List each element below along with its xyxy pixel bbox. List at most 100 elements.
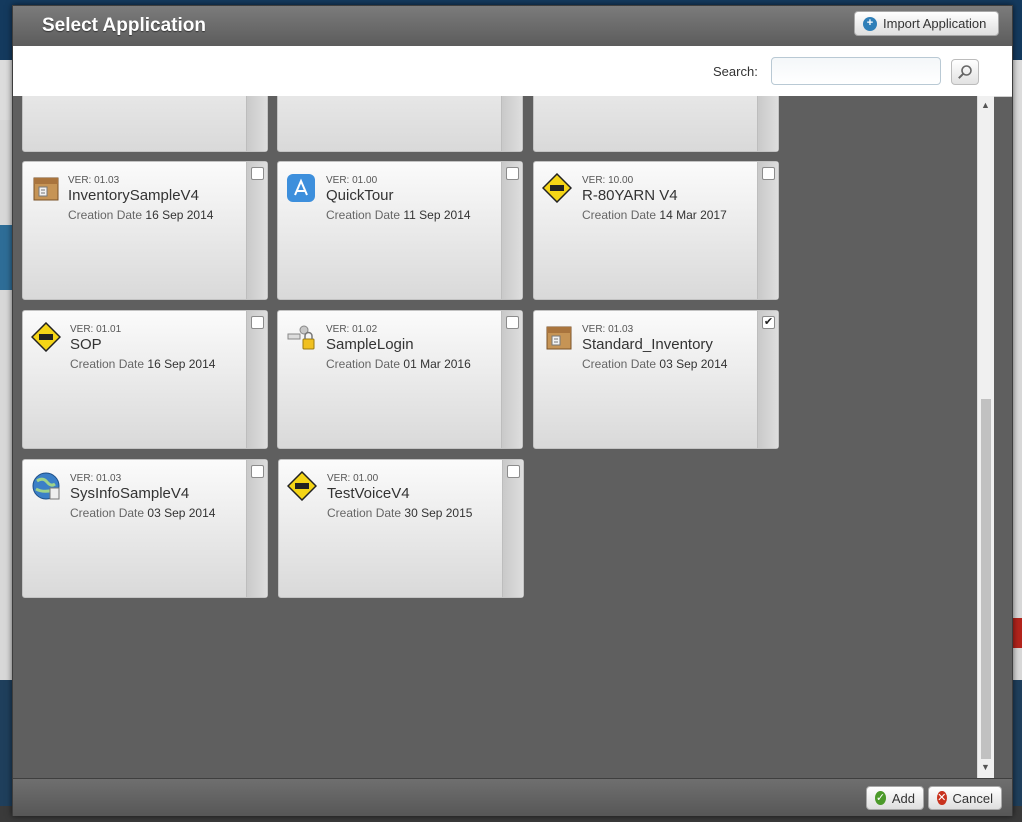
app-creation-date: Creation Date 01 Mar 2016 [326, 357, 471, 371]
login-lock-icon [287, 325, 315, 350]
creation-date-label: Creation Date [326, 357, 401, 371]
search-bar: Search: [13, 46, 1012, 97]
creation-date-label: Creation Date [68, 208, 143, 222]
app-creation-date: Creation Date 14 Mar 2017 [582, 208, 727, 222]
app-name: SampleLogin [326, 336, 414, 353]
app-version: VER: 01.00 [326, 175, 378, 186]
creation-date-label: Creation Date [327, 506, 402, 520]
under-construction-icon [31, 322, 61, 352]
card-side-strip [246, 311, 267, 448]
app-name: InventorySampleV4 [68, 187, 199, 204]
app-name: SOP [70, 336, 102, 353]
app-select-checkbox[interactable] [251, 316, 264, 329]
add-label: Add [891, 790, 915, 806]
app-version: VER: 01.01 [70, 324, 122, 335]
card-side-strip [246, 460, 267, 597]
scrollbar-thumb[interactable] [981, 399, 991, 759]
creation-date-label: Creation Date [326, 208, 401, 222]
creation-date-label: Creation Date [70, 357, 145, 371]
under-construction-icon [287, 471, 317, 501]
app-creation-date: Creation Date 03 Sep 2014 [70, 506, 215, 520]
card-side-strip [501, 311, 522, 448]
app-version: VER: 01.03 [70, 473, 122, 484]
app-card[interactable]: VER: 01.02 SampleLogin Creation Date 01 … [277, 310, 523, 449]
creation-date-value: 11 Sep 2014 [403, 208, 471, 222]
creation-date-label: Creation Date [582, 208, 657, 222]
app-creation-date: Creation Date 11 Sep 2014 [326, 208, 471, 222]
check-icon: ✓ [875, 791, 886, 805]
app-version: VER: 01.03 [68, 175, 120, 186]
app-card[interactable]: VER: 10.00 R-80YARN V4 Creation Date 14 … [533, 161, 779, 300]
cancel-button[interactable]: ✕ Cancel [928, 786, 1002, 810]
app-select-checkbox[interactable] [251, 167, 264, 180]
search-button[interactable] [951, 59, 979, 85]
dialog-header: Select Application + Import Application [13, 6, 1012, 46]
creation-date-value: 16 Sep 2014 [147, 357, 216, 371]
card-side-strip [501, 162, 522, 299]
scroll-down-arrow-icon[interactable]: ▼ [981, 762, 990, 772]
app-creation-date: Creation Date 16 Sep 2014 [68, 208, 213, 222]
app-card-partial[interactable] [22, 96, 268, 152]
card-side-strip [502, 460, 523, 597]
vertical-scrollbar[interactable]: ▲ ▼ [977, 96, 994, 778]
app-version: VER: 01.02 [326, 324, 378, 335]
app-creation-date: Creation Date 16 Sep 2014 [70, 357, 215, 371]
add-button[interactable]: ✓ Add [866, 786, 924, 810]
creation-date-value: 14 Mar 2017 [659, 208, 727, 222]
inventory-boxes-icon [546, 326, 572, 350]
app-name: R-80YARN V4 [582, 187, 678, 204]
under-construction-icon [542, 173, 572, 203]
app-card[interactable]: VER: 01.00 TestVoiceV4 Creation Date 30 … [278, 459, 524, 598]
app-card[interactable]: VER: 01.03 SysInfoSampleV4 Creation Date… [22, 459, 268, 598]
creation-date-value: 03 Sep 2014 [659, 357, 728, 371]
app-name: Standard_Inventory [582, 336, 713, 353]
app-select-checkbox[interactable] [251, 465, 264, 478]
app-select-checkbox[interactable] [762, 167, 775, 180]
app-creation-date: Creation Date 03 Sep 2014 [582, 357, 727, 371]
close-icon: ✕ [937, 791, 947, 805]
cancel-label: Cancel [952, 790, 993, 806]
dialog-footer: ✓ Add ✕ Cancel [13, 778, 1012, 816]
card-side-strip [246, 162, 267, 299]
app-name: QuickTour [326, 187, 394, 204]
app-version: VER: 10.00 [582, 175, 634, 186]
card-side-strip [757, 162, 778, 299]
import-application-button[interactable]: + Import Application [854, 11, 999, 36]
creation-date-value: 01 Mar 2016 [403, 357, 471, 371]
app-card[interactable]: VER: 01.01 SOP Creation Date 16 Sep 2014 [22, 310, 268, 449]
app-card-partial[interactable] [277, 96, 523, 152]
app-name: SysInfoSampleV4 [70, 485, 190, 502]
app-select-checkbox[interactable] [506, 316, 519, 329]
app-creation-date: Creation Date 30 Sep 2015 [327, 506, 472, 520]
dialog-title: Select Application [42, 15, 206, 36]
application-grid: VER: 01.03 InventorySampleV4 Creation Da… [13, 96, 977, 778]
card-side-strip [501, 96, 522, 151]
search-label: Search: [713, 64, 758, 79]
plus-icon: + [863, 16, 877, 31]
search-input[interactable] [771, 57, 941, 85]
card-side-strip [757, 96, 778, 151]
creation-date-value: 03 Sep 2014 [147, 506, 216, 520]
app-card[interactable]: VER: 01.00 QuickTour Creation Date 11 Se… [277, 161, 523, 300]
import-application-label: Import Application [883, 16, 987, 31]
card-side-strip [757, 311, 778, 448]
app-select-checkbox[interactable] [507, 465, 520, 478]
scroll-up-arrow-icon[interactable]: ▲ [981, 100, 990, 110]
app-name: TestVoiceV4 [327, 485, 410, 502]
app-select-checkbox[interactable] [506, 167, 519, 180]
app-card[interactable]: VER: 01.03 InventorySampleV4 Creation Da… [22, 161, 268, 300]
app-card[interactable]: VER: 01.03 Standard_Inventory Creation D… [533, 310, 779, 449]
inventory-boxes-icon [33, 177, 59, 201]
creation-date-value: 30 Sep 2015 [404, 506, 473, 520]
app-select-checkbox-checked[interactable]: ✔ [762, 316, 775, 329]
globe-info-icon [32, 472, 60, 500]
creation-date-value: 16 Sep 2014 [145, 208, 214, 222]
creation-date-label: Creation Date [582, 357, 657, 371]
creation-date-label: Creation Date [70, 506, 145, 520]
app-version: VER: 01.00 [327, 473, 379, 484]
app-version: VER: 01.03 [582, 324, 634, 335]
select-application-dialog: Select Application + Import Application … [12, 5, 1013, 816]
app-card-partial[interactable] [533, 96, 779, 152]
app-store-icon [287, 174, 315, 202]
magnifier-icon [958, 65, 972, 79]
